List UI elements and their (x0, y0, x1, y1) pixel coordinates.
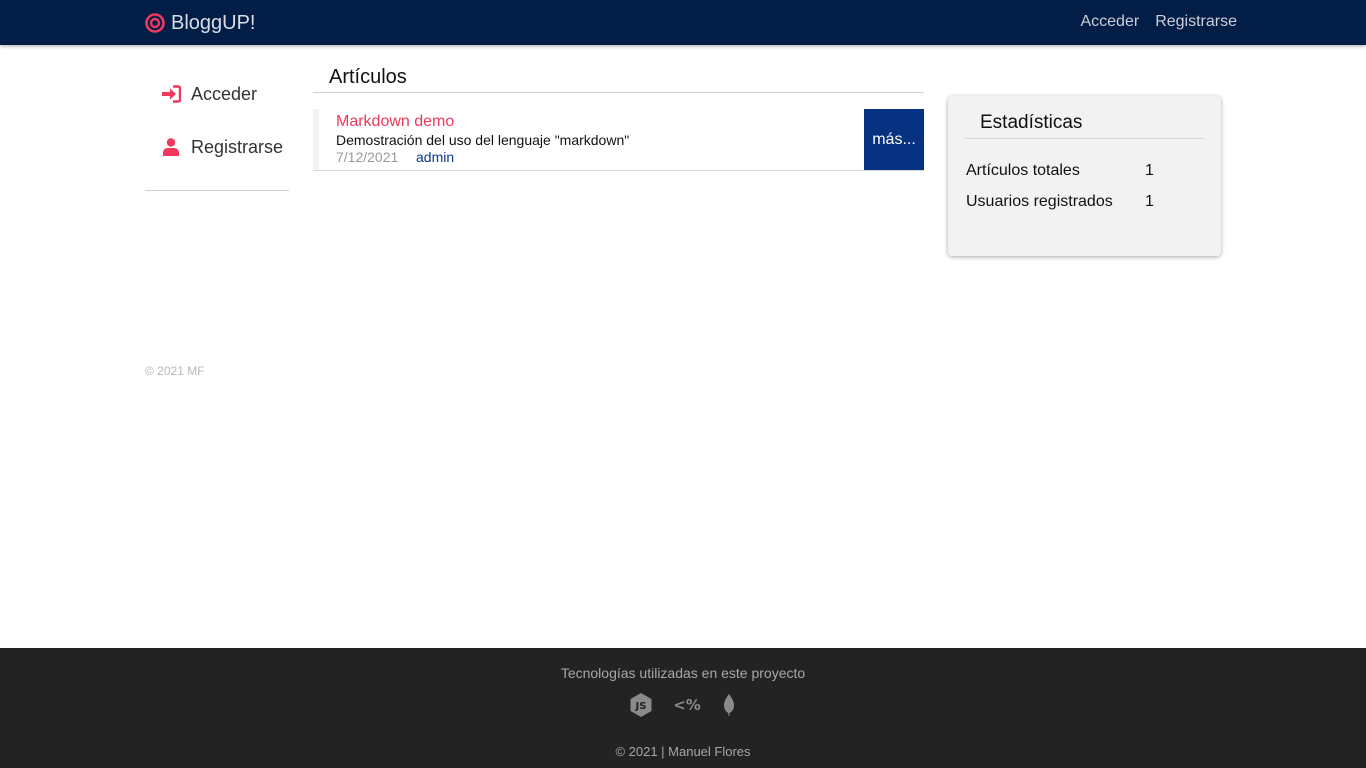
svg-text:<%: <% (673, 696, 701, 714)
ejs-icon: <% (673, 695, 701, 715)
nav-register-link[interactable]: Registrarse (1155, 12, 1237, 32)
stat-value: 1 (1145, 162, 1154, 179)
nav-links: Acceder Registrarse (1080, 12, 1237, 32)
user-icon (161, 138, 181, 156)
stat-label: Usuarios registrados (966, 193, 1113, 210)
nodejs-icon: JS (629, 692, 653, 718)
article-description: Demostración del uso del lenguaje "markd… (336, 132, 630, 148)
stat-row-articles: Artículos totales 1 (966, 162, 1206, 180)
stats-card: Estadísticas Artículos totales 1 Usuario… (948, 96, 1221, 256)
mongodb-icon (721, 693, 737, 717)
sidebar: Acceder Registrarse (145, 72, 289, 191)
sign-in-icon (161, 85, 181, 103)
article-date: 7/12/2021 (336, 149, 399, 165)
article-accent-bar (313, 109, 319, 170)
sidebar-item-label: Acceder (191, 83, 258, 104)
footer-copyright: © 2021 | Manuel Flores (615, 744, 751, 759)
stats-title: Estadísticas (965, 112, 1205, 139)
copyright-text: © 2021 MF (145, 364, 205, 378)
nav-login-link[interactable]: Acceder (1080, 12, 1139, 32)
stat-row-users: Usuarios registrados 1 (966, 193, 1206, 211)
brand-link[interactable]: BloggUP! (145, 11, 256, 35)
article-row: Markdown demo Demostración del uso del l… (313, 109, 924, 171)
footer-title: Tecnologías utilizadas en este proyecto (560, 665, 806, 681)
stat-value: 1 (1145, 193, 1154, 210)
articles-title: Artículos (313, 62, 924, 93)
sidebar-item-label: Registrarse (191, 136, 284, 157)
articles-section: Artículos Markdown demo Demostración del… (313, 62, 924, 171)
svg-text:JS: JS (635, 701, 647, 712)
target-icon (145, 13, 165, 33)
tech-icons: JS <% (0, 692, 1366, 718)
stat-label: Artículos totales (966, 162, 1080, 179)
footer: Tecnologías utilizadas en este proyecto … (0, 648, 1366, 768)
navbar: BloggUP! Acceder Registrarse (0, 0, 1366, 45)
brand-name: BloggUP! (171, 11, 256, 34)
sidebar-item-login[interactable]: Acceder (145, 72, 289, 116)
sidebar-item-register[interactable]: Registrarse (145, 125, 289, 169)
article-author-link[interactable]: admin (416, 149, 454, 165)
article-title-link[interactable]: Markdown demo (336, 113, 454, 131)
read-more-button[interactable]: más... (864, 109, 924, 170)
